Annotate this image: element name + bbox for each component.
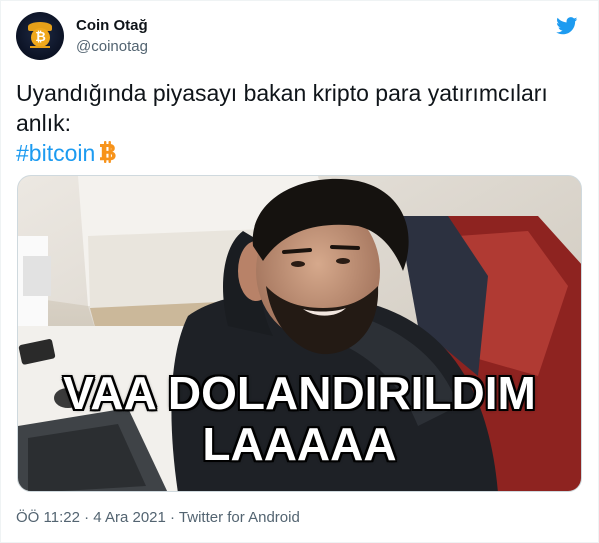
hashtag-line: #bitcoin xyxy=(16,138,576,168)
tweet-media-image[interactable]: VAA DOLANDIRILDIM LAAAAA xyxy=(17,175,582,492)
bitcoin-coin-icon: ₿ xyxy=(31,28,50,47)
avatar[interactable]: ₿ xyxy=(16,12,64,60)
tweet-header: ₿ Coin Otağ @coinotag xyxy=(16,12,586,60)
tweet-text-line-2: anlık: xyxy=(16,110,71,136)
tweet-text: Uyandığında piyasayı bakan kripto para y… xyxy=(16,78,576,168)
tweet-source[interactable]: Twitter for Android xyxy=(179,509,300,526)
meme-caption-line-2: LAAAAA xyxy=(202,418,397,470)
tweet-card[interactable]: ₿ Coin Otağ @coinotag Uyandığında piyasa… xyxy=(0,0,599,543)
meta-separator: · xyxy=(79,509,94,526)
author-names: Coin Otağ @coinotag xyxy=(76,16,148,57)
tweet-text-line-1: Uyandığında piyasayı bakan kripto para y… xyxy=(16,80,548,106)
bitcoin-sign-icon xyxy=(100,141,116,163)
avatar-legs xyxy=(30,46,50,51)
meme-caption-line-1: VAA DOLANDIRILDIM xyxy=(63,367,536,419)
hashtag-link[interactable]: #bitcoin xyxy=(16,140,95,166)
author-display-name[interactable]: Coin Otağ xyxy=(76,16,148,36)
tweet-time[interactable]: ÖÖ 11:22 xyxy=(16,509,80,526)
tweet-meta: ÖÖ 11:22 · 4 Ara 2021 · Twitter for Andr… xyxy=(16,508,300,528)
twitter-bird-icon[interactable] xyxy=(556,17,578,35)
meta-separator: · xyxy=(165,509,179,526)
tweet-date[interactable]: 4 Ara 2021 xyxy=(93,509,166,526)
author-handle[interactable]: @coinotag xyxy=(76,37,148,57)
